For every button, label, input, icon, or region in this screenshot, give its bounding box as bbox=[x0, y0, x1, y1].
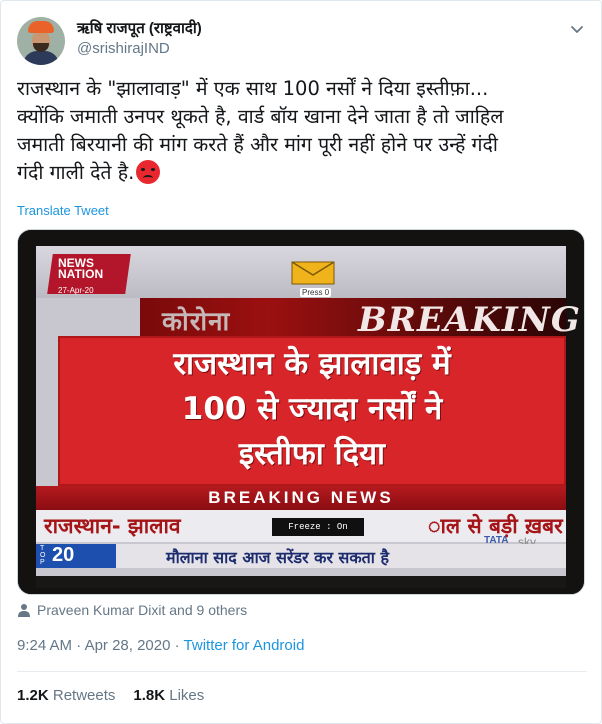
meta-separator-2: · bbox=[170, 637, 184, 654]
top20-number: 20 bbox=[52, 544, 75, 566]
chevron-down-icon[interactable] bbox=[567, 19, 587, 39]
tagged-users[interactable]: Praveen Kumar Dixit and 9 others bbox=[17, 602, 247, 618]
corona-label: कोरोना bbox=[162, 307, 231, 337]
likes-stat[interactable]: 1.8K Likes bbox=[133, 687, 204, 704]
translate-tweet-link[interactable]: Translate Tweet bbox=[17, 203, 109, 218]
likes-count: 1.8K bbox=[133, 687, 166, 704]
tweet-time[interactable]: 9:24 AM bbox=[17, 637, 72, 654]
channel-date: 27-Apr-20 bbox=[58, 286, 94, 295]
freeze-overlay: Freeze : On bbox=[272, 518, 364, 536]
likes-label: Likes bbox=[169, 687, 205, 704]
tweet-text: राजस्थान के "झालावाड़" में एक साथ 100 नर… bbox=[17, 75, 589, 187]
angry-face-icon bbox=[136, 160, 161, 184]
divider bbox=[17, 671, 587, 672]
tweet-stats: 1.2K Retweets 1.8K Likes bbox=[17, 687, 204, 704]
tagged-users-text[interactable]: Praveen Kumar Dixit and 9 others bbox=[37, 602, 247, 618]
top-letters: T O P bbox=[40, 545, 46, 566]
tv-headline: राजस्थान के झालावाड़ में 100 से ज्यादा न… bbox=[173, 346, 451, 472]
display-name[interactable]: ऋषि राजपूत (राष्ट्रवादी) bbox=[77, 19, 202, 39]
person-icon bbox=[18, 604, 30, 617]
tweet-body: राजस्थान के "झालावाड़" में एक साथ 100 नर… bbox=[17, 77, 504, 184]
retweets-label: Retweets bbox=[52, 687, 116, 704]
retweets-count: 1.2K bbox=[17, 687, 49, 704]
tweet-date[interactable]: Apr 28, 2020 bbox=[85, 637, 171, 654]
envelope-logo-icon bbox=[291, 261, 335, 285]
author-names[interactable]: ऋषि राजपूत (राष्ट्रवादी) @srishirajIND bbox=[77, 19, 202, 59]
tv-bezel bbox=[36, 576, 566, 588]
meta-separator: · bbox=[72, 637, 85, 654]
breaking-news-label: BREAKING NEWS bbox=[208, 488, 394, 507]
tweet-meta: 9:24 AM · Apr 28, 2020 · Twitter for And… bbox=[17, 637, 304, 654]
breaking-label: BREAKING bbox=[358, 300, 581, 340]
avatar[interactable] bbox=[17, 17, 65, 65]
channel-logo-text: NEWS NATION bbox=[58, 256, 104, 281]
tweet-source-link[interactable]: Twitter for Android bbox=[184, 637, 305, 654]
ticker-bottom-text: मौलाना साद आज सरेंडर कर सकता है bbox=[166, 548, 389, 567]
press-logo-text: Press 0 bbox=[300, 288, 332, 297]
tv-screen: NEWS NATION 27-Apr-20 Press 0 कोरोना BRE… bbox=[36, 246, 580, 576]
user-handle[interactable]: @srishirajIND bbox=[77, 39, 202, 59]
top20-badge bbox=[36, 544, 116, 568]
tweet-header: ऋषि राजपूत (राष्ट्रवादी) @srishirajIND bbox=[17, 15, 587, 65]
tweet-card: ऋषि राजपूत (राष्ट्रवादी) @srishirajIND र… bbox=[0, 0, 602, 724]
retweets-stat[interactable]: 1.2K Retweets bbox=[17, 687, 115, 704]
ticker-left-text: राजस्थान- झालाव bbox=[44, 514, 181, 538]
tweet-media-photo[interactable]: NEWS NATION 27-Apr-20 Press 0 कोरोना BRE… bbox=[17, 229, 585, 595]
